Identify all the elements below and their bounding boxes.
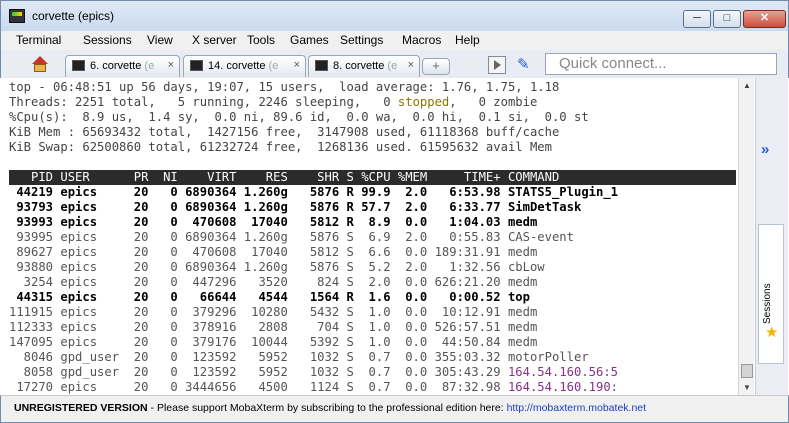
scroll-down-icon[interactable]: ▼ xyxy=(739,380,755,395)
tab-close-icon[interactable]: × xyxy=(408,59,414,71)
menu-games[interactable]: Games xyxy=(290,33,329,47)
unregistered-label: UNREGISTERED VERSION xyxy=(14,402,148,414)
support-message: - Please support MobaXterm by subscribin… xyxy=(147,402,507,414)
tab-session-14[interactable]: 14. corvette (e × xyxy=(183,55,306,77)
menu-macros[interactable]: Macros xyxy=(402,33,441,47)
status-footer: UNREGISTERED VERSION - Please support Mo… xyxy=(0,395,789,423)
menu-settings[interactable]: Settings xyxy=(340,33,383,47)
terminal-icon xyxy=(315,60,328,71)
process-row: 93793 epics 20 0 6890364 1.260g 5876 R 5… xyxy=(9,200,582,214)
process-row: 8046 gpd_user 20 0 123592 5952 1032 S 0.… xyxy=(9,350,589,364)
home-icon[interactable] xyxy=(29,55,51,75)
minimize-button[interactable]: ─ xyxy=(683,10,711,28)
play-icon[interactable] xyxy=(488,56,506,74)
mobaxterm-link[interactable]: http://mobaxterm.mobatek.net xyxy=(507,402,646,414)
top-summary-line: top - 06:48:51 up 56 days, 19:07, 15 use… xyxy=(9,80,560,94)
process-row: 147095 epics 20 0 379176 10044 5392 S 1.… xyxy=(9,335,538,349)
menu-tools[interactable]: Tools xyxy=(247,33,275,47)
menu-sessions[interactable]: Sessions xyxy=(83,33,132,47)
process-row: 111915 epics 20 0 379296 10280 5432 S 1.… xyxy=(9,305,538,319)
close-button[interactable]: ✕ xyxy=(743,10,786,28)
terminal-icon xyxy=(190,60,203,71)
star-icon: ★ xyxy=(765,324,779,341)
tab-session-6[interactable]: 6. corvette (e × xyxy=(65,55,180,77)
vertical-scrollbar[interactable]: ▲ ▼ xyxy=(738,78,754,395)
process-row: 44315 epics 20 0 66644 4544 1564 R 1.6 0… xyxy=(9,290,530,304)
app-icon xyxy=(9,9,25,23)
scroll-up-icon[interactable]: ▲ xyxy=(739,78,755,93)
process-table-header: PID USER PR NI VIRT RES SHR S %CPU %MEM … xyxy=(9,170,736,185)
process-row: 93993 epics 20 0 470608 17040 5812 R 8.9… xyxy=(9,215,538,229)
process-row: 93880 epics 20 0 6890364 1.260g 5876 S 5… xyxy=(9,260,545,274)
side-panel: » Sessions ★ xyxy=(755,78,788,395)
process-row: 3254 epics 20 0 447296 3520 824 S 2.0 0.… xyxy=(9,275,538,289)
process-row: 8058 gpd_user 20 0 123592 5952 1032 S 0.… xyxy=(9,365,619,379)
process-row: 112333 epics 20 0 378916 2808 704 S 1.0 … xyxy=(9,320,538,334)
tab-close-icon[interactable]: × xyxy=(294,59,300,71)
title-bar: corvette (epics) ─ □ ✕ xyxy=(0,0,789,31)
menu-help[interactable]: Help xyxy=(455,33,480,47)
tab-label: 14. corvette xyxy=(208,60,266,72)
terminal-icon xyxy=(72,60,85,71)
scroll-thumb[interactable] xyxy=(741,364,753,378)
maximize-button[interactable]: □ xyxy=(713,10,741,28)
cpu-line: %Cpu(s): 8.9 us, 1.4 sy, 0.0 ni, 89.6 id… xyxy=(9,110,589,124)
sessions-side-tab[interactable]: Sessions ★ xyxy=(758,224,784,364)
swap-line: KiB Swap: 62500860 total, 61232724 free,… xyxy=(9,140,552,154)
expand-chevron-icon[interactable]: » xyxy=(761,141,769,158)
threads-line: Threads: 2251 total, 5 running, 2246 sle… xyxy=(9,95,538,109)
process-row: 17270 epics 20 0 3444656 4500 1124 S 0.7… xyxy=(9,380,619,394)
sessions-label: Sessions xyxy=(762,283,773,324)
process-row: 93995 epics 20 0 6890364 1.260g 5876 S 6… xyxy=(9,230,574,244)
tab-session-8[interactable]: 8. corvette (e × xyxy=(308,55,420,77)
terminal-output[interactable]: top - 06:48:51 up 56 days, 19:07, 15 use… xyxy=(7,78,738,395)
process-row: 44219 epics 20 0 6890364 1.260g 5876 R 9… xyxy=(9,185,619,199)
process-row: 89627 epics 20 0 470608 17040 5812 S 6.6… xyxy=(9,245,538,259)
window-title: corvette (epics) xyxy=(32,9,115,23)
mem-line: KiB Mem : 65693432 total, 1427156 free, … xyxy=(9,125,560,139)
menu-terminal[interactable]: Terminal xyxy=(16,33,61,47)
new-tab-button[interactable]: + xyxy=(422,58,450,75)
quick-connect-input[interactable]: Quick connect... xyxy=(545,53,777,75)
tab-label: 8. corvette xyxy=(333,60,385,72)
menu-view[interactable]: View xyxy=(147,33,173,47)
tab-label: 6. corvette xyxy=(90,60,142,72)
tab-close-icon[interactable]: × xyxy=(168,59,174,71)
menu-x-server[interactable]: X server xyxy=(192,33,237,47)
menu-bar: Terminal Sessions View X server Tools Ga… xyxy=(0,31,789,50)
paperclip-icon[interactable]: ✎ xyxy=(517,56,535,74)
